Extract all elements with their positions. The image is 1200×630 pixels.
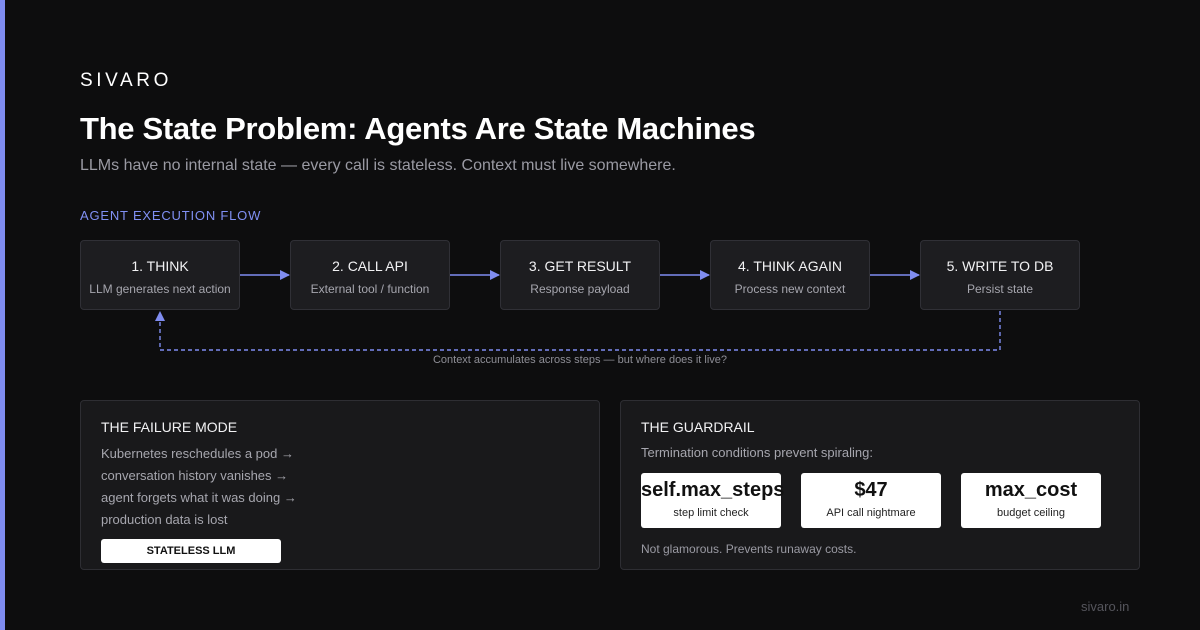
page-title: The State Problem: Agents Are State Mach… — [80, 111, 756, 146]
panel-title: THE FAILURE MODE — [101, 419, 238, 435]
metric-card-max-cost: max_cost budget ceiling — [961, 473, 1101, 528]
flow-section-label: AGENT EXECUTION FLOW — [80, 208, 262, 223]
metric-card-max-steps: self.max_steps step limit check — [641, 473, 785, 528]
step-title: 4. THINK AGAIN — [738, 258, 842, 274]
step-description: External tool / function — [310, 282, 430, 296]
accent-bar — [0, 0, 5, 630]
flow-step-call-api: 2. CALL API External tool / function — [290, 240, 450, 310]
failure-chain: Kubernetes reschedules a pod → conversat… — [101, 443, 297, 531]
metric-value: $47 — [854, 479, 888, 501]
flow-step-get-result: 3. GET RESULT Response payload — [500, 240, 660, 310]
step-title: 5. WRITE TO DB — [946, 258, 1054, 274]
failure-line: Kubernetes reschedules a pod → — [101, 446, 294, 461]
failure-line: agent forgets what it was doing → — [101, 490, 297, 505]
step-title: 3. GET RESULT — [528, 258, 632, 274]
metric-label: API call nightmare — [826, 507, 916, 519]
page-subtitle: LLMs have no internal state — every call… — [80, 157, 676, 174]
guardrail-intro: Termination conditions prevent spiraling… — [641, 445, 873, 460]
metric-value: max_cost — [984, 479, 1078, 501]
panel-title: THE GUARDRAIL — [641, 419, 755, 435]
brand-logo: SIVARO — [80, 70, 172, 91]
flow-step-write-to-db: 5. WRITE TO DB Persist state — [920, 240, 1080, 310]
flow-step-think-again: 4. THINK AGAIN Process new context — [710, 240, 870, 310]
feedback-loop — [155, 311, 1001, 351]
loop-caption: Context accumulates across steps — but w… — [432, 354, 728, 366]
metric-value: self.max_steps — [641, 479, 785, 501]
step-description: LLM generates next action — [89, 282, 231, 296]
guardrail-panel: THE GUARDRAIL Termination conditions pre… — [620, 400, 1140, 570]
step-description: Response payload — [530, 282, 630, 296]
failure-mode-panel: THE FAILURE MODE Kubernetes reschedules … — [80, 400, 600, 570]
stateless-llm-badge: STATELESS LLM — [101, 539, 281, 563]
failure-line: production data is lost — [101, 512, 228, 527]
failure-line: conversation history vanishes → — [101, 468, 289, 483]
footer-url: sivaro.in — [1081, 599, 1130, 614]
step-title: 1. THINK — [131, 258, 189, 274]
metric-card-cost: $47 API call nightmare — [801, 473, 941, 528]
step-title: 2. CALL API — [332, 258, 408, 274]
metric-label: step limit check — [673, 507, 749, 519]
step-description: Process new context — [734, 282, 846, 296]
metric-label: budget ceiling — [997, 507, 1065, 519]
guardrail-footnote: Not glamorous. Prevents runaway costs. — [641, 542, 857, 556]
flow-step-think: 1. THINK LLM generates next action — [80, 240, 240, 310]
step-description: Persist state — [966, 282, 1034, 296]
